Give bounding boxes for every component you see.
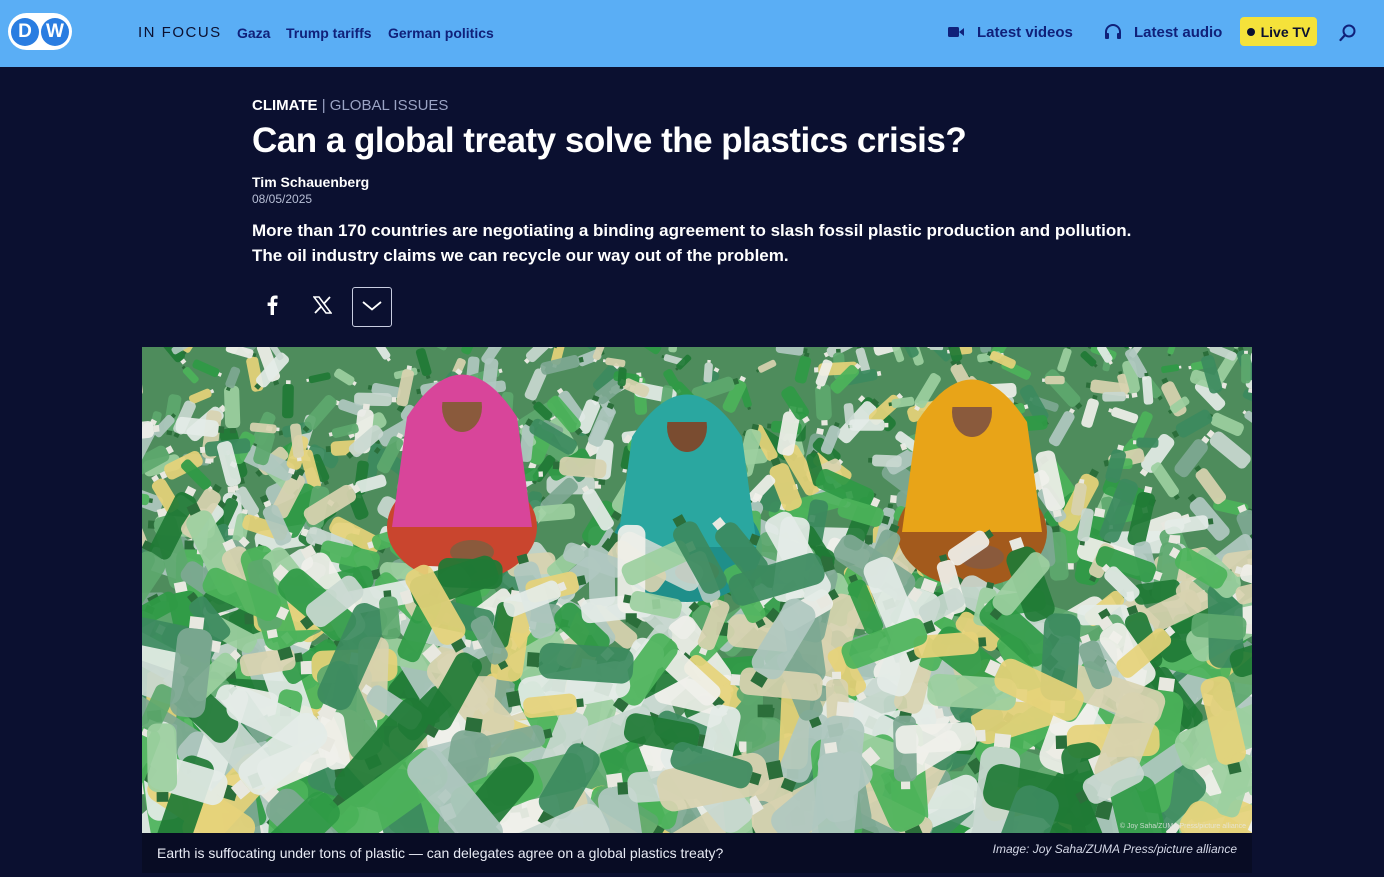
search-icon[interactable] bbox=[1337, 22, 1359, 44]
latest-videos-label: Latest videos bbox=[977, 23, 1073, 41]
plastic-bottles-illustration bbox=[142, 347, 1252, 833]
publish-date: 08/05/2025 bbox=[252, 192, 313, 206]
facebook-icon bbox=[266, 295, 278, 320]
article-kicker: CLIMATE | GLOBAL ISSUES bbox=[252, 97, 448, 114]
chevron-down-icon bbox=[362, 298, 382, 316]
more-share-button[interactable] bbox=[352, 287, 392, 327]
live-dot-icon bbox=[1246, 27, 1255, 36]
top-navigation-bar: D W IN FOCUS Gaza Trump tariffs German p… bbox=[0, 0, 1384, 67]
x-share-button[interactable] bbox=[302, 287, 342, 327]
image-watermark: © Joy Saha/ZUMA Press/picture alliance bbox=[1119, 823, 1246, 830]
subcategory-link[interactable]: GLOBAL ISSUES bbox=[330, 97, 449, 114]
latest-audio-link[interactable]: Latest audio bbox=[1102, 22, 1222, 42]
live-tv-label: Live TV bbox=[1260, 23, 1311, 40]
focus-link-gaza[interactable]: Gaza bbox=[237, 25, 270, 41]
facebook-share-button[interactable] bbox=[252, 287, 292, 327]
dw-logo[interactable]: D W bbox=[8, 13, 72, 50]
logo-letter-d: D bbox=[11, 17, 39, 46]
hero-image[interactable]: © Joy Saha/ZUMA Press/picture alliance bbox=[142, 347, 1252, 833]
focus-link-trump-tariffs[interactable]: Trump tariffs bbox=[286, 25, 372, 41]
live-tv-button[interactable]: Live TV bbox=[1240, 17, 1317, 46]
image-caption: Earth is suffocating under tons of plast… bbox=[157, 845, 724, 861]
x-icon bbox=[311, 295, 333, 319]
headphones-icon bbox=[1102, 22, 1124, 42]
kicker-separator: | bbox=[317, 97, 330, 114]
latest-videos-link[interactable]: Latest videos bbox=[945, 22, 1073, 42]
image-credit: Image: Joy Saha/ZUMA Press/picture allia… bbox=[992, 842, 1237, 856]
logo-letter-w: W bbox=[41, 17, 69, 46]
in-focus-label: IN FOCUS bbox=[138, 24, 222, 41]
article-headline: Can a global treaty solve the plastics c… bbox=[252, 121, 967, 160]
author-name[interactable]: Tim Schauenberg bbox=[252, 174, 369, 190]
latest-audio-label: Latest audio bbox=[1134, 23, 1223, 41]
category-link[interactable]: CLIMATE bbox=[252, 97, 318, 114]
focus-link-german-politics[interactable]: German politics bbox=[388, 25, 494, 41]
image-caption-bar: Earth is suffocating under tons of plast… bbox=[142, 833, 1252, 873]
video-camera-icon bbox=[945, 22, 967, 42]
article-teaser: More than 170 countries are negotiating … bbox=[252, 221, 1132, 265]
